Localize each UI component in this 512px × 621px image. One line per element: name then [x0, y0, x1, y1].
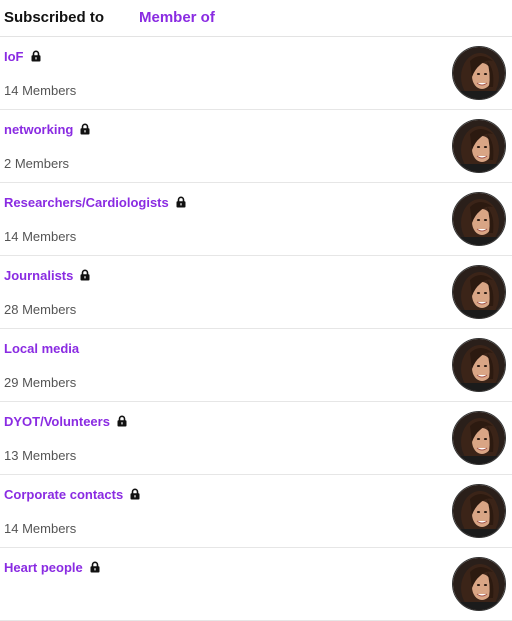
- group-title-line: Heart people: [4, 558, 101, 576]
- tab-bar: Subscribed to Member of: [0, 0, 512, 37]
- lock-icon: [30, 49, 42, 62]
- avatar[interactable]: [452, 192, 506, 246]
- avatar[interactable]: [452, 338, 506, 392]
- list-item[interactable]: Journalists 28 Members: [0, 256, 512, 329]
- list-item[interactable]: Researchers/Cardiologists 14 Members: [0, 183, 512, 256]
- group-title-line: Journalists: [4, 266, 91, 284]
- group-name-link[interactable]: Heart people: [4, 560, 83, 575]
- group-title-line: DYOT/Volunteers: [4, 412, 128, 430]
- group-title-line: Local media: [4, 339, 79, 357]
- group-title-line: Researchers/Cardiologists: [4, 193, 187, 211]
- group-name-link[interactable]: Researchers/Cardiologists: [4, 195, 169, 210]
- member-count: 28 Members: [4, 302, 77, 317]
- group-title-line: IoF: [4, 47, 42, 65]
- group-name-link[interactable]: networking: [4, 122, 73, 137]
- group-name-link[interactable]: Local media: [4, 341, 79, 356]
- list-item[interactable]: IoF 14 Members: [0, 37, 512, 110]
- avatar[interactable]: [452, 557, 506, 611]
- lock-icon: [116, 414, 128, 427]
- tab-subscribed-to[interactable]: Subscribed to: [4, 9, 104, 26]
- avatar[interactable]: [452, 411, 506, 465]
- group-list: IoF 14 Members networking 2 Members Rese…: [0, 37, 512, 621]
- lock-icon: [129, 487, 141, 500]
- lock-icon: [175, 195, 187, 208]
- list-item[interactable]: Heart people: [0, 548, 512, 621]
- member-count: 13 Members: [4, 448, 77, 463]
- avatar[interactable]: [452, 265, 506, 319]
- group-name-link[interactable]: DYOT/Volunteers: [4, 414, 110, 429]
- lock-icon: [79, 268, 91, 281]
- list-item[interactable]: Corporate contacts 14 Members: [0, 475, 512, 548]
- avatar[interactable]: [452, 46, 506, 100]
- list-item[interactable]: Local media 29 Members: [0, 329, 512, 402]
- group-title-line: networking: [4, 120, 91, 138]
- avatar[interactable]: [452, 484, 506, 538]
- lock-icon: [79, 122, 91, 135]
- group-name-link[interactable]: IoF: [4, 49, 24, 64]
- tab-member-of[interactable]: Member of: [139, 9, 215, 26]
- member-count: 14 Members: [4, 229, 77, 244]
- group-name-link[interactable]: Corporate contacts: [4, 487, 123, 502]
- group-name-link[interactable]: Journalists: [4, 268, 73, 283]
- member-count: 14 Members: [4, 83, 77, 98]
- member-count: 14 Members: [4, 521, 77, 536]
- list-item[interactable]: DYOT/Volunteers 13 Members: [0, 402, 512, 475]
- list-item[interactable]: networking 2 Members: [0, 110, 512, 183]
- group-title-line: Corporate contacts: [4, 485, 141, 503]
- member-count: 2 Members: [4, 156, 70, 171]
- avatar[interactable]: [452, 119, 506, 173]
- member-count: 29 Members: [4, 375, 77, 390]
- lock-icon: [89, 560, 101, 573]
